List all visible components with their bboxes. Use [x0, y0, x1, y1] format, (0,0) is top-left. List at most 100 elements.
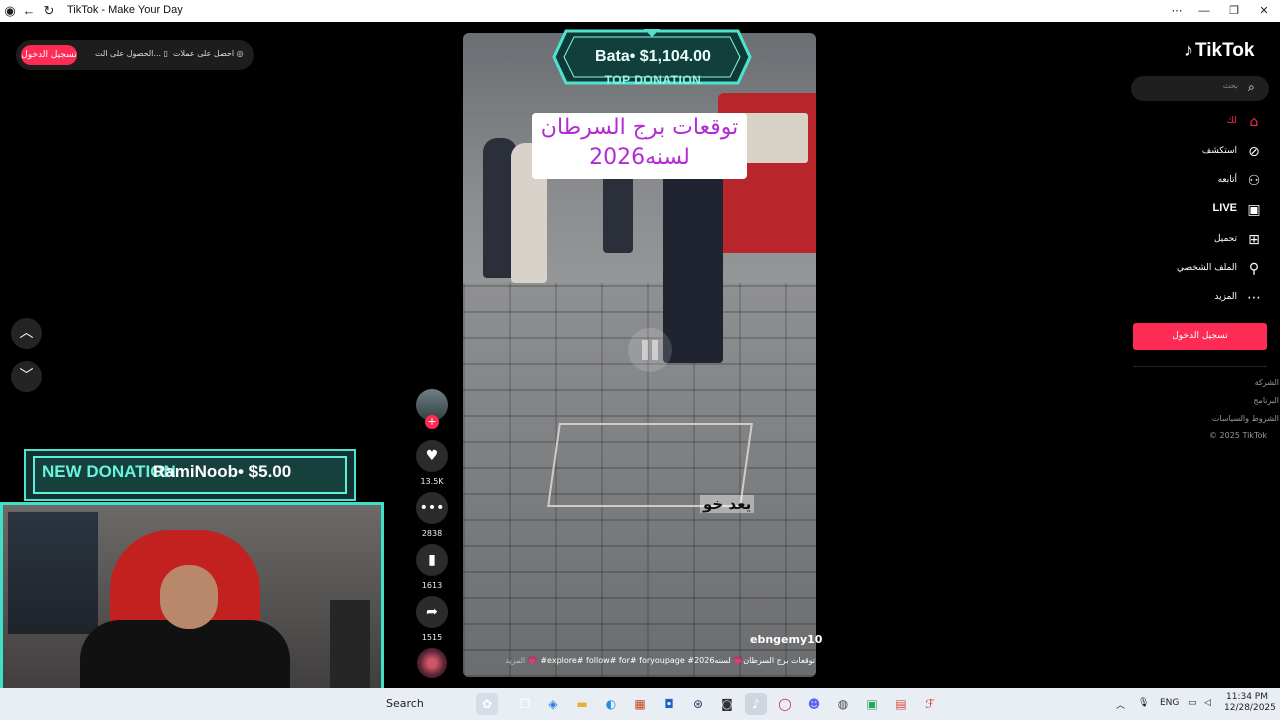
video-pedestrian	[663, 153, 723, 363]
description-text: توقعات برج السرطان💗 لسنه2026# explore# f…	[527, 656, 815, 665]
share-arrow-icon: ➦	[426, 604, 438, 620]
menu-dots-icon[interactable]: ⋯	[1162, 2, 1192, 20]
more-dots-icon: ⋯	[1247, 290, 1261, 306]
steam-icon[interactable]: ⊛	[687, 693, 709, 715]
top-donation-label: TOP DONATION	[604, 73, 702, 87]
pause-icon[interactable]	[628, 328, 672, 372]
taskbar-search[interactable]: Search	[386, 697, 424, 710]
window-titlebar: ◉ ← ↻ TikTok - Make Your Day ⋯ — ❐ ✕	[0, 0, 1280, 22]
sidebar-item-label: لك	[1226, 116, 1237, 126]
tiktok-logo[interactable]: ♪ TikTok	[1184, 40, 1254, 62]
footer-copyright: © 2025 TikTok	[1209, 431, 1267, 440]
footer-link-terms[interactable]: الشروط والسياسات	[1212, 414, 1279, 423]
language-indicator[interactable]: ENG	[1160, 698, 1179, 708]
login-pill-button[interactable]: تسجيل الدخول	[21, 45, 77, 65]
get-coins-link[interactable]: احصل على عملات ◎	[173, 49, 244, 58]
profile-icon: ⚲	[1248, 261, 1260, 277]
video-description[interactable]: توقعات برج السرطان💗 لسنه2026# explore# f…	[470, 656, 815, 665]
comment-icon: •••	[419, 500, 445, 516]
compass-icon: ⊘	[1248, 144, 1260, 160]
tiktok-taskbar-icon[interactable]: ♪	[745, 693, 767, 715]
get-app-link[interactable]: الحصول على الت... ▯	[95, 49, 168, 58]
sidebar-item-following[interactable]: أتابعه ⚇	[1130, 171, 1270, 191]
tiktok-note-icon: ♪	[1184, 40, 1193, 60]
follow-plus-icon[interactable]: +	[425, 415, 439, 429]
sidebar-divider	[1133, 366, 1267, 367]
sidebar-item-profile[interactable]: الملف الشخصي ⚲	[1130, 259, 1270, 279]
video-caption-box: توقعات برج السرطان لسنه2026	[532, 113, 747, 179]
discord-icon[interactable]: ☻	[803, 693, 825, 715]
search-placeholder: بحث	[1222, 81, 1238, 90]
volume-icon[interactable]: ◁	[1204, 698, 1211, 708]
footer-link-program[interactable]: البرنامج	[1253, 396, 1279, 405]
close-button[interactable]: ✕	[1249, 2, 1279, 20]
chevron-up-icon: ︿	[19, 325, 34, 341]
minimize-button[interactable]: —	[1189, 2, 1219, 20]
caption-line-2: لسنه2026	[589, 145, 690, 170]
reload-icon[interactable]: ↻	[41, 3, 57, 19]
clock-time: 11:34 PM	[1226, 692, 1268, 702]
webcam-background	[8, 512, 98, 634]
like-button[interactable]: ♥	[416, 440, 448, 472]
save-button[interactable]: ▮	[416, 544, 448, 576]
webcam-shelf	[330, 600, 370, 690]
save-count: 1613	[421, 581, 443, 590]
tray-chevron-icon[interactable]: ︿	[1116, 698, 1125, 711]
chevron-down-icon: ﹀	[19, 368, 34, 384]
sidebar-item-more[interactable]: المزيد ⋯	[1130, 288, 1270, 308]
edge-browser-icon[interactable]: ◐	[600, 693, 622, 715]
sidebar-item-label: تحميل	[1213, 234, 1237, 244]
sidebar-item-for-you[interactable]: لك ⌂	[1130, 112, 1270, 132]
capcut-icon[interactable]: ◙	[716, 693, 738, 715]
app-red-icon[interactable]: ▤	[890, 693, 912, 715]
microphone-icon[interactable]: 🎙	[1138, 698, 1149, 708]
window-title: TikTok - Make Your Day	[67, 4, 183, 16]
new-donation-name: RamiNoob• $5.00	[153, 462, 292, 481]
obs-icon[interactable]: ◍	[832, 693, 854, 715]
phone-icon: ▯	[163, 49, 168, 58]
share-count: 1515	[421, 633, 443, 642]
search-icon[interactable]: ⌕	[1248, 80, 1255, 95]
webcam-streamer-head	[160, 565, 218, 629]
upload-plus-icon: ⊞	[1248, 232, 1260, 248]
coin-icon: ◎	[236, 49, 244, 58]
office-icon[interactable]: ▦	[629, 693, 651, 715]
video-watermark: ebngemy10	[750, 633, 823, 646]
sidebar-item-explore[interactable]: استكشف ⊘	[1130, 142, 1270, 162]
live-tv-icon: ▣	[1247, 202, 1261, 218]
comment-count: 2838	[421, 529, 443, 538]
network-icon[interactable]: ▭	[1188, 698, 1197, 708]
clock-date: 12/28/2025	[1224, 703, 1276, 713]
sidebar-item-label: أتابعه	[1217, 175, 1237, 185]
sidebar-item-label: الملف الشخصي	[1177, 263, 1237, 273]
footer-link-company[interactable]: الشركة	[1255, 378, 1279, 387]
copilot-icon[interactable]: ◈	[542, 693, 564, 715]
next-video-button[interactable]: ﹀	[11, 361, 42, 392]
follow-user-icon: ⚇	[1247, 173, 1261, 189]
outlook-icon[interactable]: ◘	[658, 693, 680, 715]
taskbar-clock[interactable]: 11:34 PM 12/28/2025	[1224, 692, 1276, 714]
back-arrow-icon[interactable]: ←	[21, 3, 37, 19]
file-explorer-icon[interactable]: ▬	[571, 693, 593, 715]
task-view-icon[interactable]: ❐	[514, 693, 536, 715]
app-logo-icon: ◉	[4, 3, 16, 18]
taskbar-widget-icon[interactable]: ✿	[476, 693, 498, 715]
top-donation-name: Bata• $1,104.00	[595, 48, 711, 65]
music-disc-icon[interactable]	[417, 648, 447, 678]
sidebar-item-label: استكشف	[1201, 146, 1237, 156]
sidebar-item-label: LIVE	[1212, 202, 1237, 214]
app-tf-icon[interactable]: ℱ	[919, 693, 941, 715]
sidebar-login-button[interactable]: تسجيل الدخول	[1133, 323, 1267, 350]
app-green-icon[interactable]: ▣	[861, 693, 883, 715]
sidebar-item-live[interactable]: LIVE ▣	[1130, 200, 1270, 220]
previous-video-button[interactable]: ︿	[11, 318, 42, 349]
sidebar-item-upload[interactable]: تحميل ⊞	[1130, 230, 1270, 250]
share-button[interactable]: ➦	[416, 596, 448, 628]
heart-icon: ♥	[425, 448, 439, 464]
opera-icon[interactable]: ◯	[774, 693, 796, 715]
maximize-button[interactable]: ❐	[1219, 2, 1249, 20]
like-count: 13.5K	[420, 477, 444, 486]
video-overlay-text: يعد خو	[700, 495, 755, 513]
comment-button[interactable]: •••	[416, 492, 448, 524]
description-more-link[interactable]: المزيد	[505, 656, 525, 665]
